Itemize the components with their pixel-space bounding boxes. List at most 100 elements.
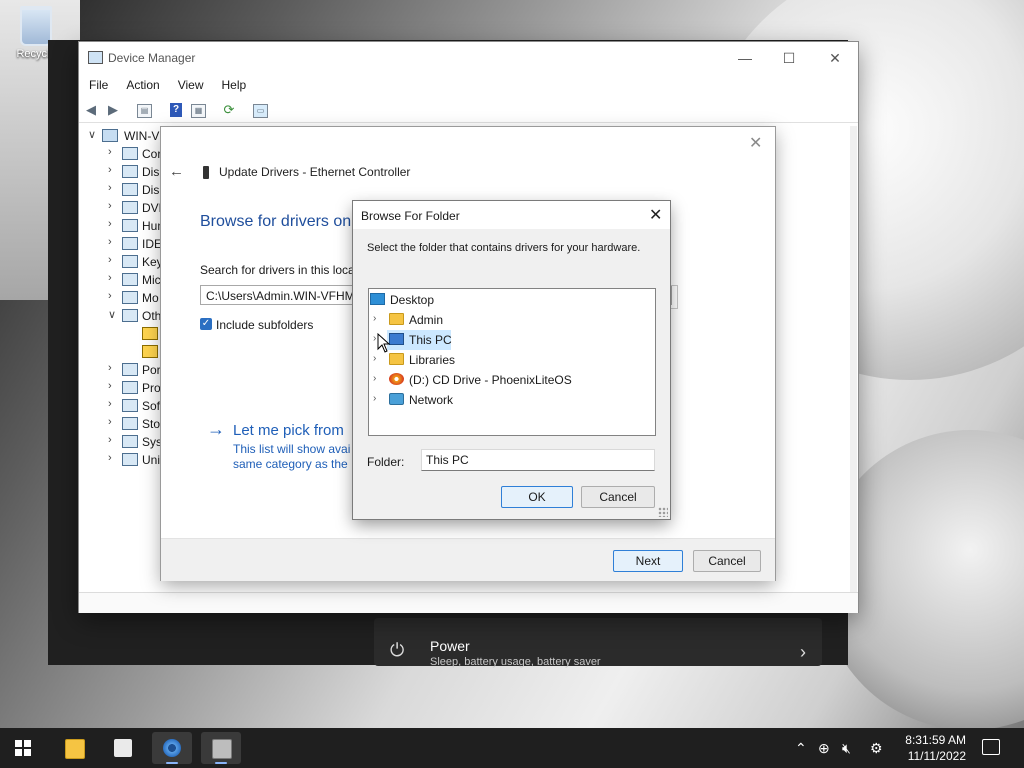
pick-from-list-link[interactable]: Let me pick from <box>233 422 344 439</box>
resize-grip[interactable] <box>658 507 668 517</box>
chevron-right-icon: › <box>108 452 112 464</box>
chevron-up-icon[interactable]: ⌃ <box>795 740 807 757</box>
include-subfolders-label: Include subfolders <box>216 318 314 332</box>
status-bar <box>79 592 858 613</box>
browse-button[interactable] <box>669 285 678 309</box>
menu-view[interactable]: View <box>168 76 212 94</box>
back-arrow-icon[interactable]: ← <box>169 163 184 180</box>
cancel-button[interactable]: Cancel <box>693 550 761 572</box>
category-icon <box>122 363 138 376</box>
unknown-device-icon <box>122 309 138 322</box>
back-arrow-icon[interactable]: ◀ <box>83 102 99 117</box>
close-button[interactable]: ✕ <box>817 48 853 68</box>
menu-bar: File Action View Help <box>79 76 254 96</box>
menu-file[interactable]: File <box>79 76 116 94</box>
device-manager-taskbar-button[interactable] <box>201 732 241 764</box>
chevron-right-icon: › <box>108 200 112 212</box>
dialog-footer: Next Cancel <box>161 538 775 581</box>
close-icon[interactable]: ✕ <box>749 133 762 153</box>
globe-icon[interactable]: ⊕ <box>818 740 830 757</box>
gear-icon <box>163 739 181 757</box>
file-explorer-taskbar-button[interactable] <box>54 732 94 764</box>
category-icon <box>122 291 138 304</box>
dialog-title: Update Drivers - Ethernet Controller <box>219 165 411 179</box>
clock[interactable]: 8:31:59 AM 11/11/2022 <box>896 732 966 764</box>
clock-time: 8:31:59 AM <box>905 733 966 747</box>
speaker-muted-icon[interactable]: 🔇︎ <box>842 740 851 757</box>
chevron-right-icon[interactable]: › <box>373 313 376 324</box>
store-taskbar-button[interactable] <box>103 732 143 764</box>
tree-item-this-pc[interactable]: › This PC <box>369 330 655 350</box>
menu-help[interactable]: Help <box>212 76 255 94</box>
chevron-right-icon: › <box>108 146 112 158</box>
chevron-right-icon: › <box>108 164 112 176</box>
view-icon[interactable]: ▦ <box>191 104 206 118</box>
category-icon <box>122 453 138 466</box>
help-icon[interactable]: ? <box>170 103 182 117</box>
category-icon <box>122 219 138 232</box>
chevron-right-icon: › <box>108 218 112 230</box>
category-icon <box>122 381 138 394</box>
scan-hardware-icon[interactable]: ⟳ <box>221 102 237 117</box>
network-adapter-icon <box>203 166 209 179</box>
pc-icon <box>389 333 404 345</box>
device-manager-icon <box>212 739 232 759</box>
category-icon <box>122 183 138 196</box>
chevron-right-icon[interactable]: › <box>373 373 376 384</box>
notification-icon[interactable] <box>982 739 1000 755</box>
gear-icon[interactable]: ⚙ <box>870 740 883 757</box>
folder-icon <box>65 739 85 759</box>
chevron-down-icon: ∨ <box>88 129 97 141</box>
toolbar: ◀ ▶ ▤ ? ▦ ⟳ ▭ <box>79 98 858 123</box>
title-bar[interactable]: Browse For Folder ✕ <box>353 201 670 229</box>
cd-drive-icon <box>389 373 404 385</box>
monitor-icon[interactable]: ▭ <box>253 104 268 118</box>
chevron-right-icon: › <box>108 182 112 194</box>
vertical-scrollbar[interactable] <box>850 126 857 592</box>
cancel-button[interactable]: Cancel <box>581 486 655 508</box>
folder-tree[interactable]: Desktop › Admin › This PC › Libraries › … <box>368 288 656 436</box>
forward-arrow-icon[interactable]: ▶ <box>105 102 121 117</box>
device-manager-icon <box>88 51 103 64</box>
category-icon <box>122 201 138 214</box>
minimize-button[interactable]: — <box>727 48 763 68</box>
start-button[interactable] <box>15 740 31 756</box>
warning-icon <box>142 327 158 340</box>
warning-icon <box>142 345 158 358</box>
computer-icon <box>102 129 118 142</box>
desktop-icon <box>370 293 385 305</box>
folder-input[interactable]: This PC <box>421 449 655 471</box>
page-heading: Browse for drivers on <box>200 213 352 230</box>
category-icon <box>122 165 138 178</box>
title-bar[interactable]: Device Manager — ☐ ✕ <box>79 42 858 74</box>
chevron-right-icon[interactable]: › <box>373 333 376 344</box>
windows-logo-icon <box>15 740 22 747</box>
taskbar: ⌃ ⊕ 🔇︎ ⚙ 8:31:59 AM 11/11/2022 <box>0 728 1024 768</box>
dialog-title: Browse For Folder <box>361 209 460 223</box>
properties-icon[interactable]: ▤ <box>137 104 152 118</box>
search-location-label: Search for drivers in this locat <box>200 263 359 277</box>
browse-for-folder-dialog: Browse For Folder ✕ Select the folder th… <box>353 201 670 519</box>
network-icon <box>389 393 404 405</box>
maximize-button[interactable]: ☐ <box>771 48 807 68</box>
close-icon[interactable]: ✕ <box>649 205 662 225</box>
power-settings-card[interactable]: ⏻ Power Sleep, battery usage, battery sa… <box>374 618 822 668</box>
chevron-right-icon[interactable]: › <box>373 353 376 364</box>
power-subtitle: Sleep, battery usage, battery saver <box>430 656 601 668</box>
window-title: Device Manager <box>108 51 196 65</box>
ok-button[interactable]: OK <box>501 486 573 508</box>
include-subfolders-checkbox[interactable]: ✓ <box>200 318 212 330</box>
chevron-right-icon: › <box>108 434 112 446</box>
clock-date: 11/11/2022 <box>907 749 966 763</box>
chevron-right-icon: › <box>108 272 112 284</box>
power-icon: ⏻ <box>390 640 405 660</box>
chevron-right-icon[interactable]: › <box>373 393 376 404</box>
chevron-right-icon: › <box>800 642 806 662</box>
menu-action[interactable]: Action <box>116 76 167 94</box>
dialog-description: Select the folder that contains drivers … <box>367 242 641 254</box>
next-button[interactable]: Next <box>613 550 683 572</box>
folder-icon <box>389 313 404 325</box>
category-icon <box>122 255 138 268</box>
settings-taskbar-button[interactable] <box>152 732 192 764</box>
power-title: Power <box>430 638 470 654</box>
